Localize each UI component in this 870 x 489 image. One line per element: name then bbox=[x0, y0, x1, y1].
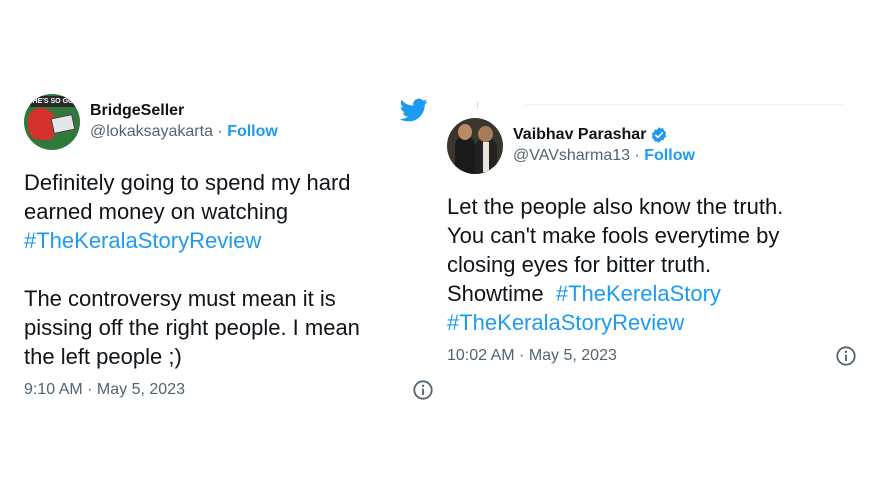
tweet-line: Definitely going to spend my hard bbox=[24, 170, 351, 195]
user-handle[interactable]: @VAVsharma13 bbox=[513, 147, 630, 164]
avatar-card bbox=[50, 113, 76, 135]
tweet-line: pissing off the right people. I mean bbox=[24, 315, 360, 340]
tweet-line: The controversy must mean it is bbox=[24, 286, 336, 311]
follow-button[interactable]: Follow bbox=[644, 147, 695, 164]
tweet-header: HE'S SO GO LIT FELLA BridgeSeller @lokak… bbox=[24, 94, 434, 150]
verified-badge-icon bbox=[652, 127, 667, 143]
avatar-caption: HE'S SO GO LIT FELLA bbox=[30, 96, 76, 107]
tweet-text: Let the people also know the truth. You … bbox=[447, 192, 867, 337]
separator: · bbox=[212, 123, 228, 140]
avatar-person bbox=[455, 136, 475, 174]
hashtag-link[interactable]: #TheKerelaStory bbox=[556, 281, 721, 306]
tweet-card-bridgeseller: HE'S SO GO LIT FELLA BridgeSeller @lokak… bbox=[24, 94, 434, 401]
info-icon[interactable] bbox=[835, 345, 857, 367]
user-handle[interactable]: @lokaksayakarta bbox=[90, 123, 213, 140]
divider-tick bbox=[477, 102, 478, 108]
separator: · bbox=[630, 147, 645, 164]
twitter-bird-icon[interactable] bbox=[398, 96, 430, 124]
display-name[interactable]: BridgeSeller bbox=[90, 101, 278, 121]
avatar-face bbox=[478, 126, 493, 142]
tweet-text: Definitely going to spend my hard earned… bbox=[24, 168, 434, 371]
tweet-header: Vaibhav Parashar @VAVsharma13 · Follow bbox=[447, 118, 867, 174]
tweet-line: the left people ;) bbox=[24, 344, 182, 369]
divider-line bbox=[525, 104, 845, 105]
follow-button[interactable]: Follow bbox=[227, 123, 278, 140]
info-icon[interactable] bbox=[412, 379, 434, 401]
timestamp[interactable]: 10:02 AM · May 5, 2023 bbox=[447, 347, 617, 365]
tweet-line: earned money on watching bbox=[24, 199, 289, 224]
tweet-line: You can't make fools everytime by bbox=[447, 223, 780, 248]
avatar[interactable] bbox=[447, 118, 503, 174]
hashtag-link[interactable]: #TheKeralaStoryReview bbox=[24, 226, 434, 255]
tweet-line: Showtime bbox=[447, 281, 556, 306]
tweet-card-vaibhav: Vaibhav Parashar @VAVsharma13 · Follow L… bbox=[447, 118, 867, 367]
timestamp[interactable]: 9:10 AM · May 5, 2023 bbox=[24, 381, 185, 399]
avatar-shirt bbox=[483, 142, 489, 172]
avatar-face bbox=[458, 124, 472, 140]
tweet-line: Let the people also know the truth. bbox=[447, 194, 784, 219]
display-name[interactable]: Vaibhav Parashar bbox=[513, 125, 646, 145]
avatar[interactable]: HE'S SO GO LIT FELLA bbox=[24, 94, 80, 150]
hashtag-link[interactable]: #TheKeralaStoryReview bbox=[447, 308, 867, 337]
tweet-line: closing eyes for bitter truth. bbox=[447, 252, 712, 277]
